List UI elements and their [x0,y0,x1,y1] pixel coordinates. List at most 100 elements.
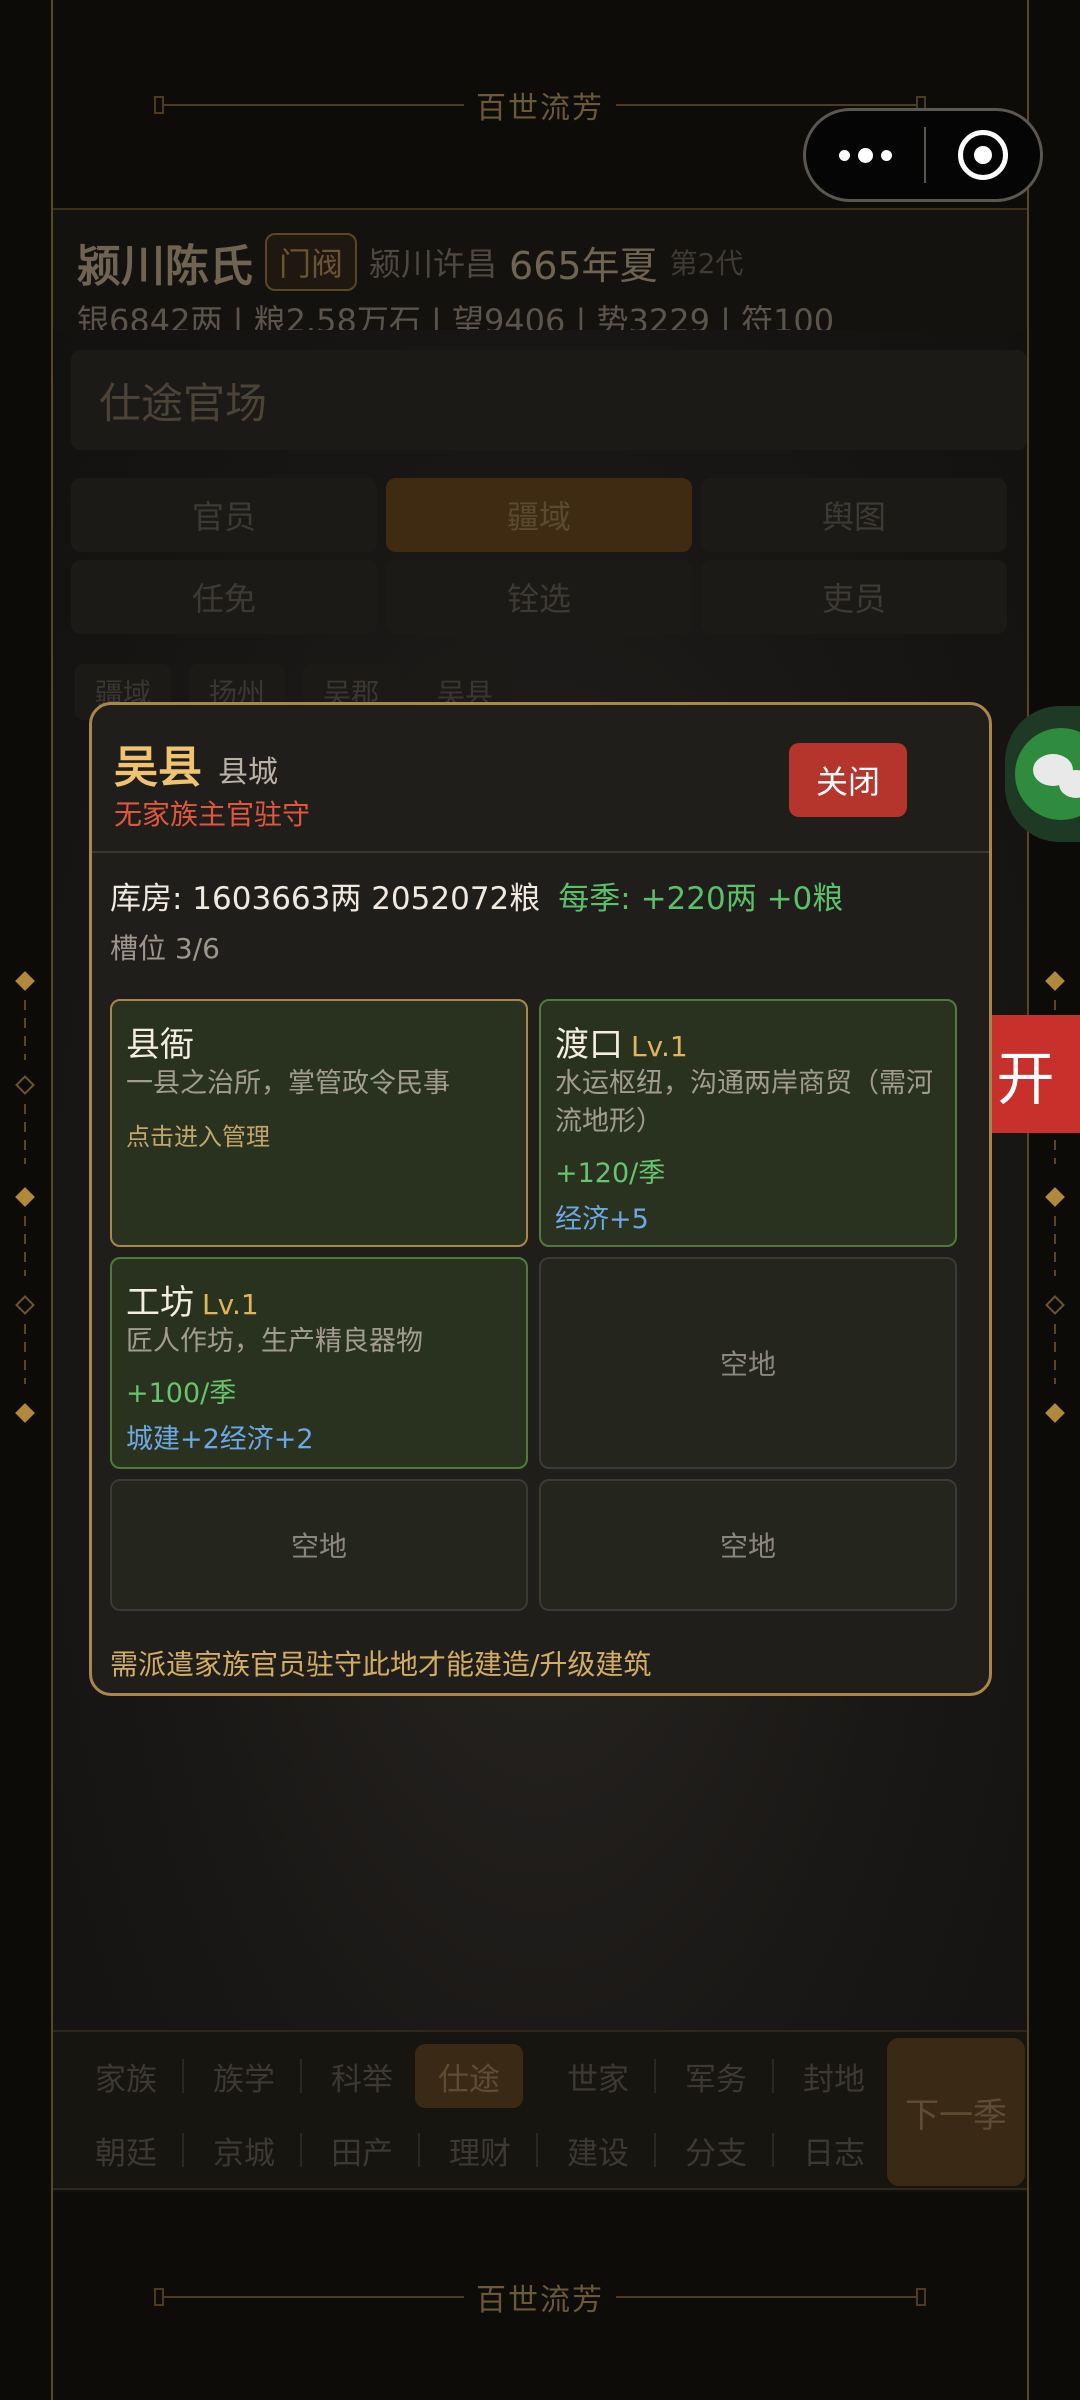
ornament-diamond [15,971,35,991]
nav-log[interactable]: 日志 [775,2118,893,2182]
nav-build[interactable]: 建设 [539,2118,657,2182]
empty-slot[interactable]: 空地 [539,1479,957,1611]
ornament-dash [1054,1324,1056,1384]
banner-title: 百世流芳 [476,2283,604,2318]
county-dialog: 吴县 县城 无家族主官驻守 关闭 库房: 1603663两 2052072粮 每季… [89,702,992,1696]
building-name-row: 渡口 Lv.1 [555,1017,688,1066]
nav-separator [536,2133,538,2167]
building-card-yamen[interactable]: 县衙 一县之治所，掌管政令民事 点击进入管理 [110,999,528,1247]
ornament-diamond [1045,971,1065,991]
banner-rule [616,104,916,106]
banner-cap [154,96,164,114]
empty-slot[interactable]: 空地 [110,1479,528,1611]
nav-separator [418,2133,420,2167]
tab-select[interactable]: 铨选 [386,560,692,634]
building-desc: 水运枢纽，沟通两岸商贸（需河流地形） [555,1068,933,1137]
nav-school[interactable]: 族学 [185,2044,303,2108]
dot [880,149,892,161]
empty-slot-label: 空地 [719,1348,776,1381]
building-name: 渡口 [555,1025,623,1065]
clan-header: 颍川陈氏 门阀 颍川许昌 665年夏 第2代 银6842两 | 粮2.58万石 … [53,208,1027,340]
nav-separator [300,2133,302,2167]
ornament-diamond [15,1403,35,1423]
building-income: +100/季 [126,1378,237,1409]
empty-slot-label: 空地 [290,1530,347,1563]
banner-cap [916,2288,926,2306]
close-button[interactable]: 关闭 [789,743,907,817]
target-center [974,146,992,164]
building-card-ferry[interactable]: 渡口 Lv.1 水运枢纽，沟通两岸商贸（需河流地形） +120/季 经济+5 [539,999,957,1247]
ornament-dash [1054,1216,1056,1276]
nav-fief[interactable]: 封地 [775,2044,893,2108]
ornament-diamond [1045,1295,1065,1315]
clan-rank-badge: 门阀 [265,233,358,291]
ornament-dash [24,1104,26,1164]
building-desc: 匠人作坊，生产精良器物 [126,1326,423,1357]
section-title: 仕途官场 [71,350,1027,450]
ornament-diamond [15,1075,35,1095]
section-title-text: 仕途官场 [99,379,268,428]
nav-separator [772,2133,774,2167]
nav-military[interactable]: 军务 [657,2044,775,2108]
tab-territory[interactable]: 疆域 [386,478,692,552]
banner-cap [154,2288,164,2306]
empty-slot[interactable]: 空地 [539,1257,957,1469]
nav-separator [654,2133,656,2167]
ornament-dash [24,1324,26,1384]
nav-farmland[interactable]: 田产 [303,2118,421,2182]
nav-capital[interactable]: 京城 [185,2118,303,2182]
nav-separator [772,2059,774,2093]
tab-map[interactable]: 舆图 [701,478,1007,552]
tab-appoint[interactable]: 任免 [71,560,377,634]
next-season-button[interactable]: 下一季 [887,2038,1025,2186]
miniprogram-capsule [803,108,1043,202]
target-ring [958,130,1008,180]
building-effect: 城建+2经济+2 [126,1424,314,1455]
target-icon[interactable] [926,130,1040,180]
building-name-row: 工坊 Lv.1 [126,1275,259,1324]
empty-slot-label: 空地 [719,1530,776,1563]
game-date: 665年夏 [509,243,658,288]
nav-noble-houses[interactable]: 世家 [539,2044,657,2108]
building-card-workshop[interactable]: 工坊 Lv.1 匠人作坊，生产精良器物 +100/季 城建+2经济+2 [110,1257,528,1469]
dialog-divider [92,851,989,853]
slot-count: 槽位 3/6 [110,932,220,965]
ornament-diamond [1045,1187,1065,1207]
more-dots-icon[interactable] [806,147,924,163]
garrison-warning: 无家族主官驻守 [114,798,311,831]
tab-clerks[interactable]: 吏员 [701,560,1007,634]
generation: 第2代 [669,247,744,280]
nav-career[interactable]: 仕途 [415,2044,523,2108]
left-ornament [12,970,38,1430]
tab-officials[interactable]: 官员 [71,478,377,552]
building-name: 工坊 [126,1283,194,1323]
clan-location: 颍川许昌 [369,245,498,283]
banner-title: 百世流芳 [476,91,604,126]
nav-court[interactable]: 朝廷 [67,2118,185,2182]
building-desc: 一县之治所，掌管政令民事 [126,1068,450,1099]
nav-family[interactable]: 家族 [67,2044,185,2108]
screen: { "banner": { "title": "百世流芳" }, "clan":… [0,0,1080,2400]
build-requirement-note: 需派遣家族官员驻守此地才能建造/升级建筑 [110,1648,652,1681]
nav-exam[interactable]: 科举 [303,2044,421,2108]
county-type: 县城 [218,755,278,790]
building-effect: 经济+5 [555,1204,649,1235]
nav-branch[interactable]: 分支 [657,2118,775,2182]
nav-finance[interactable]: 理财 [421,2118,539,2182]
nav-separator [182,2133,184,2167]
ornament-diamond [15,1295,35,1315]
clan-name: 颍川陈氏 [77,241,253,292]
building-name: 县衙 [126,1025,194,1065]
bottom-banner: 百世流芳 [53,2192,1027,2400]
county-name: 吴县 [114,742,202,793]
storage-amount: 库房: 1603663两 2052072粮 [110,881,541,917]
manage-hint: 点击进入管理 [126,1123,270,1151]
ornament-diamond [15,1187,35,1207]
building-level: Lv.1 [631,1030,688,1063]
season-income: 每季: +220两 +0粮 [558,881,844,917]
storage-info: 库房: 1603663两 2052072粮 每季: +220两 +0粮 [110,873,843,918]
nav-separator [182,2059,184,2093]
dot [838,149,850,161]
bottom-nav: 家族 族学 科举 仕途 世家 军务 封地 朝廷 京城 田产 理财 建设 分支 日… [53,2030,1027,2190]
wechat-float-button[interactable] [1005,706,1080,842]
